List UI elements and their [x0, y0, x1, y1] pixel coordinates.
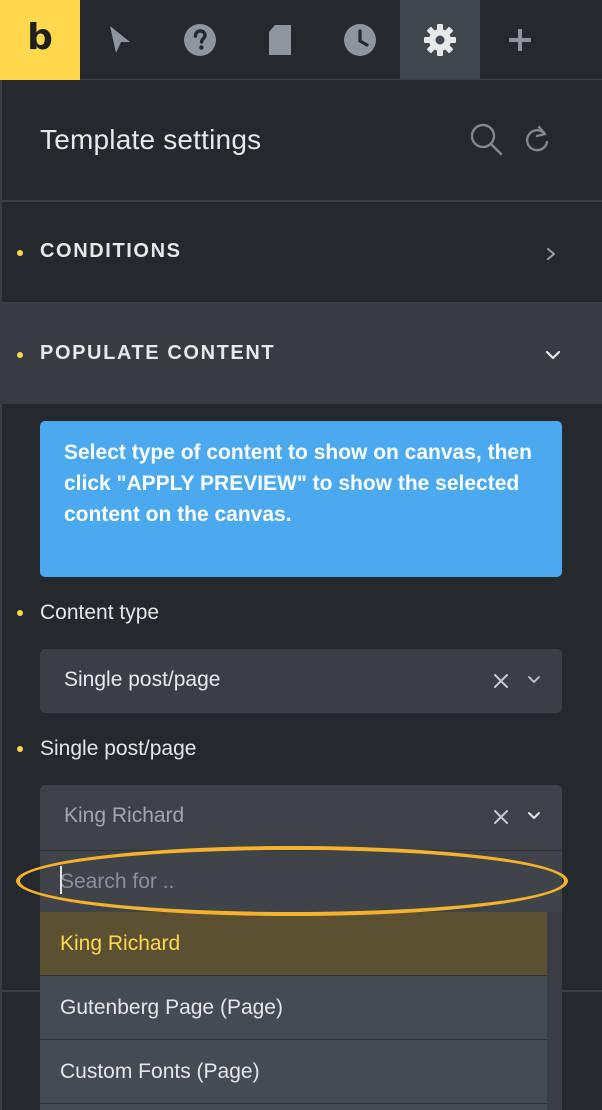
info-message: Select type of content to show on canvas…: [40, 421, 562, 577]
toolbar-elements-button[interactable]: [80, 0, 160, 80]
logo-letter: b: [27, 17, 53, 58]
text-cursor: [60, 866, 62, 894]
option-custom-fonts[interactable]: Custom Fonts (Page): [40, 1040, 547, 1104]
single-post-select[interactable]: King Richard: [40, 785, 562, 851]
top-toolbar: b: [0, 0, 602, 80]
dropdown-options: King Richard Gutenberg Page (Page) Custo…: [40, 912, 547, 1110]
conditions-section[interactable]: CONDITIONS: [0, 202, 602, 304]
search-input[interactable]: [60, 863, 540, 901]
modified-dot: [17, 250, 23, 256]
plus-icon: [509, 29, 531, 51]
option-label: Custom Fonts (Page): [60, 1060, 260, 1083]
modified-dot: [17, 746, 23, 752]
page-title: Template settings: [40, 124, 262, 155]
chevron-down-icon: [528, 676, 540, 683]
clock-icon: [344, 24, 376, 56]
builder-logo[interactable]: b: [0, 0, 80, 80]
gear-icon: [424, 24, 456, 56]
populate-content-label: POPULATE CONTENT: [40, 342, 276, 364]
toolbar-settings-button[interactable]: [400, 0, 480, 80]
chevron-down-icon: [545, 350, 561, 360]
modified-dot: [17, 352, 23, 358]
dropdown-scrollbar[interactable]: [547, 912, 562, 1110]
single-post-label: Single post/page: [40, 737, 197, 760]
toolbar-history-button[interactable]: [320, 0, 400, 80]
clear-icon[interactable]: [490, 805, 512, 829]
dropdown-search: [40, 850, 562, 912]
modified-dot: [17, 610, 23, 616]
chevron-down-icon: [528, 812, 540, 819]
conditions-label: CONDITIONS: [40, 240, 182, 262]
toolbar-pages-button[interactable]: [240, 0, 320, 80]
option-next[interactable]: [40, 1104, 547, 1110]
search-icon[interactable]: [469, 122, 503, 156]
content-type-select[interactable]: Single post/page: [40, 649, 562, 713]
refresh-icon[interactable]: [524, 122, 552, 156]
content-type-label: Content type: [40, 601, 160, 624]
toolbar-add-button[interactable]: [480, 0, 560, 80]
option-label: King Richard: [60, 932, 181, 955]
panel-header: Template settings: [0, 80, 602, 202]
chevron-right-icon: [547, 248, 555, 260]
populate-content-section[interactable]: POPULATE CONTENT: [0, 304, 602, 404]
clear-icon[interactable]: [490, 669, 512, 693]
toolbar-help-button[interactable]: [160, 0, 240, 80]
content-type-value: Single post/page: [64, 668, 221, 691]
cursor-icon: [110, 26, 130, 53]
option-gutenberg-page[interactable]: Gutenberg Page (Page): [40, 976, 547, 1040]
option-label: Gutenberg Page (Page): [60, 996, 283, 1019]
page-icon: [269, 25, 291, 55]
info-text: Select type of content to show on canvas…: [64, 441, 532, 526]
option-king-richard[interactable]: King Richard: [40, 912, 547, 976]
single-post-value: King Richard: [64, 804, 185, 827]
help-icon: [184, 24, 216, 56]
